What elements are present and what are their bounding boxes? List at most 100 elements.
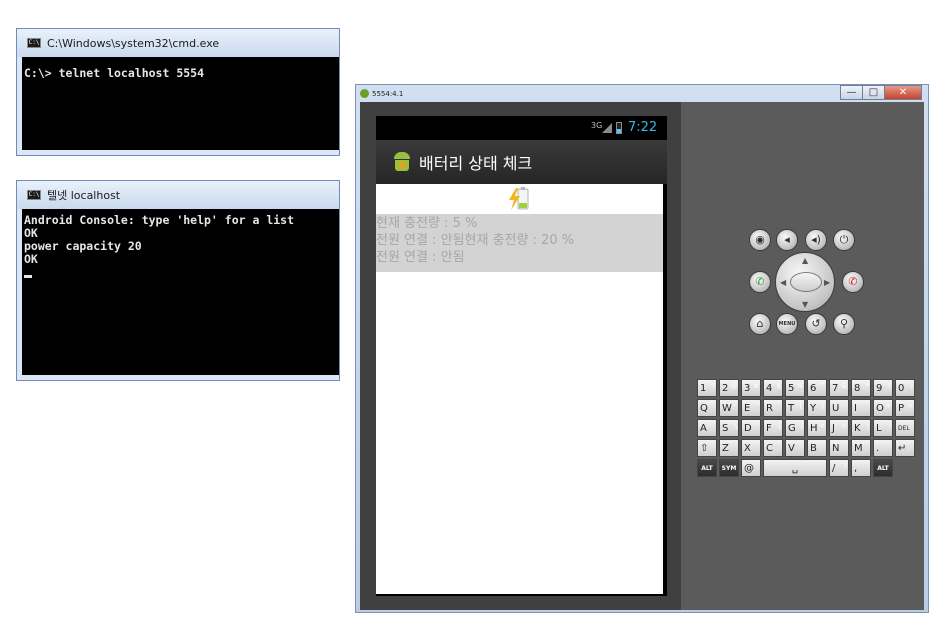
power-icon: ⏻	[839, 233, 849, 246]
end-call-button[interactable]: ✆	[842, 271, 864, 293]
battery-charging-icon	[509, 187, 529, 210]
key[interactable]: X	[741, 439, 761, 457]
key[interactable]: 8 *	[851, 379, 871, 397]
key[interactable]: P =	[895, 399, 915, 417]
key[interactable]: .	[873, 439, 893, 457]
status-bar: 3G 7:22	[376, 116, 667, 140]
key[interactable]: Z	[719, 439, 739, 457]
text-cursor	[24, 275, 32, 278]
back-icon: ↺	[811, 317, 821, 330]
cmd-window[interactable]: C:\ C:\Windows\system32\cmd.exe C:\> tel…	[16, 28, 340, 156]
dpad[interactable]: ▲ ▼ ◀ ▶	[775, 252, 835, 312]
key[interactable]: 2 @	[719, 379, 739, 397]
sym-key[interactable]: SYM	[719, 459, 739, 477]
key[interactable]: 9(	[873, 379, 893, 397]
dpad-right-icon: ▶	[824, 278, 831, 287]
key[interactable]: 4 $	[763, 379, 783, 397]
key[interactable]: H <	[807, 419, 827, 437]
key[interactable]: B	[807, 439, 827, 457]
app-title: 배터리 상태 체크	[419, 154, 533, 173]
back-button[interactable]: ↺	[805, 313, 827, 335]
key[interactable]: 1!	[697, 379, 717, 397]
keyboard-row: ALT SYM @ ␣ /? , ALT	[697, 459, 917, 477]
home-button[interactable]: ⌂	[749, 313, 771, 335]
camera-button[interactable]: ◉	[749, 229, 771, 251]
key[interactable]: D '	[741, 419, 761, 437]
key[interactable]: R	[763, 399, 783, 417]
key[interactable]: Q	[697, 399, 717, 417]
cmd-icon: C:\	[27, 38, 41, 48]
menu-button[interactable]: MENU	[776, 313, 798, 335]
phone-screen[interactable]: 3G 7:22 배터리 상태 체크 현재 충전량: 5 % 전원 연결: 안…	[376, 116, 667, 596]
emulator-controls: ◉ ◂ ◂) ⏻ ✆ ▲ ▼ ◀ ▶ ✆ ⌂ MENU ↺ ⚲ 1 ! 2 @ …	[681, 102, 924, 610]
key[interactable]: J >	[829, 419, 849, 437]
close-button[interactable]: ✕	[884, 85, 922, 100]
emulator-window[interactable]: 5554:4.1 — □ ✕ 3G 7:22 배터리 상태 체크 현재 충전량 …	[355, 84, 929, 613]
console-line: power capacity 20	[24, 239, 142, 253]
key[interactable]: L:	[873, 419, 893, 437]
search-button[interactable]: ⚲	[833, 313, 855, 335]
key[interactable]: O +	[873, 399, 893, 417]
camera-icon: ◉	[755, 233, 765, 246]
volume-up-button[interactable]: ◂)	[805, 229, 827, 251]
alt-key[interactable]: ALT	[697, 459, 717, 477]
key[interactable]: E "	[741, 399, 761, 417]
power-button[interactable]: ⏻	[833, 229, 855, 251]
space-key[interactable]: ␣	[763, 459, 827, 477]
cmd-console[interactable]: C:\> telnet localhost 5554	[22, 57, 339, 150]
key[interactable]: G]	[785, 419, 805, 437]
key[interactable]: M	[851, 439, 871, 457]
key[interactable]: 6 ^	[807, 379, 827, 397]
home-icon: ⌂	[756, 317, 764, 330]
key[interactable]: V	[785, 439, 805, 457]
key[interactable]: 0)	[895, 379, 915, 397]
battery-icon	[616, 122, 622, 134]
key[interactable]: C	[763, 439, 783, 457]
minimize-button[interactable]: —	[840, 85, 862, 100]
android-icon	[360, 89, 369, 98]
key[interactable]: K;	[851, 419, 871, 437]
app-titlebar: 배터리 상태 체크	[376, 140, 667, 184]
telnet-window[interactable]: C:\ 텔넷 localhost Android Console: type '…	[16, 180, 340, 381]
volume-up-icon: ◂)	[811, 233, 821, 246]
cmd-titlebar[interactable]: C:\ C:\Windows\system32\cmd.exe	[17, 29, 339, 57]
shift-key[interactable]: ⇧	[697, 439, 717, 457]
window-controls: — □ ✕	[840, 85, 922, 100]
key[interactable]: I	[851, 399, 871, 417]
search-icon: ⚲	[839, 317, 849, 330]
key[interactable]: T{	[785, 399, 805, 417]
key[interactable]: W ~	[719, 399, 739, 417]
key[interactable]: S \	[719, 419, 739, 437]
key[interactable]: U-	[829, 399, 849, 417]
delete-key[interactable]: DEL	[895, 419, 915, 437]
maximize-button[interactable]: □	[862, 85, 884, 100]
key[interactable]: F[	[763, 419, 783, 437]
alt-key[interactable]: ALT	[873, 459, 893, 477]
key[interactable]: /?	[829, 459, 849, 477]
dpad-left-icon: ◀	[780, 278, 787, 287]
dpad-center-button[interactable]	[790, 272, 822, 292]
key[interactable]: A	[697, 419, 717, 437]
info-line: 전원 연결 : 안됨현재 충전량 : 20 %	[376, 233, 575, 248]
call-button[interactable]: ✆	[749, 271, 771, 293]
phone-frame: 3G 7:22 배터리 상태 체크 현재 충전량: 5 % 전원 연결: 안…	[360, 102, 681, 610]
console-line: OK	[24, 252, 38, 266]
app-icon	[393, 152, 411, 172]
key[interactable]: N	[829, 439, 849, 457]
info-line: 전원 연결 : 안됨	[376, 250, 465, 265]
telnet-titlebar[interactable]: C:\ 텔넷 localhost	[17, 181, 339, 209]
key[interactable]: 5%	[785, 379, 805, 397]
key[interactable]: ,	[851, 459, 871, 477]
key[interactable]: Y}	[807, 399, 827, 417]
call-icon: ✆	[755, 275, 765, 288]
key[interactable]: @	[741, 459, 761, 477]
enter-key[interactable]: ↵	[895, 439, 915, 457]
volume-down-icon: ◂	[784, 233, 790, 246]
key[interactable]: 7 &	[829, 379, 849, 397]
key[interactable]: 3 #	[741, 379, 761, 397]
volume-down-button[interactable]: ◂	[776, 229, 798, 251]
network-type: 3G	[591, 121, 603, 130]
telnet-console[interactable]: Android Console: type 'help' for a list O…	[22, 209, 339, 375]
keyboard-row: Q W ~ E " R T{ Y} U- I O + P =	[697, 399, 917, 417]
hardware-keyboard: 1! 2 @ 3 # 4 $ 5% 6 ^ 7 & 8 * 9( 0) Q W ~	[697, 379, 917, 479]
